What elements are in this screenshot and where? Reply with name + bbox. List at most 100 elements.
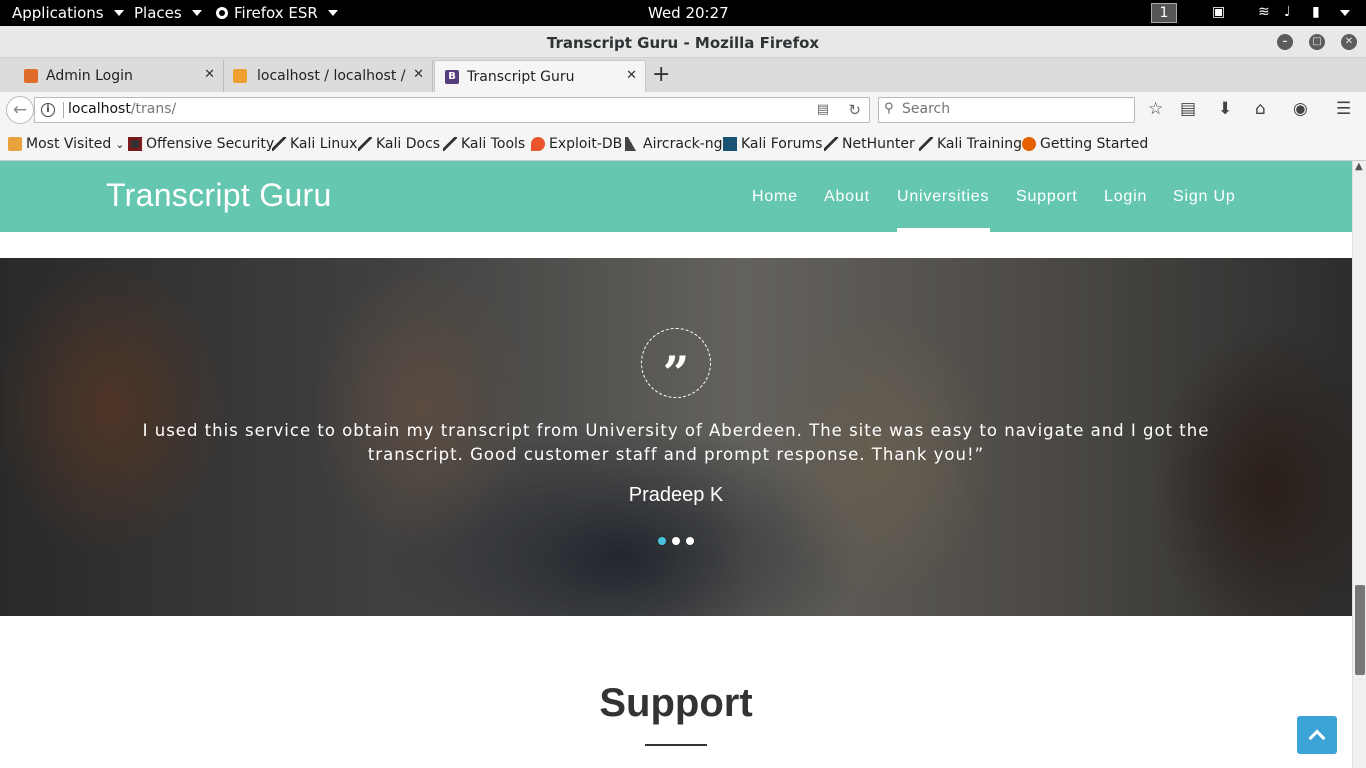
bookmark-offensive-security[interactable]: Offensive Security: [128, 136, 274, 152]
admin-login-favicon-icon: [24, 69, 38, 83]
bookmark-label: Kali Linux: [290, 136, 358, 152]
bookmark-kali-linux[interactable]: Kali Linux: [272, 136, 357, 152]
url-bar[interactable]: i localhost/trans/ ▤ ↻: [34, 97, 870, 123]
clock[interactable]: Wed 20:27: [648, 4, 729, 22]
nav-universities[interactable]: Universities: [897, 188, 989, 206]
home-icon[interactable]: ⌂: [1255, 99, 1266, 119]
kali-icon: [272, 137, 286, 151]
minimize-button[interactable]: –: [1277, 34, 1293, 50]
bookmark-exploit-db[interactable]: Exploit-DB: [531, 136, 622, 152]
bookmark-kali-training[interactable]: Kali Training: [919, 136, 1022, 152]
testimonial-text: I used this service to obtain my transcr…: [142, 421, 1210, 464]
kali-icon: [824, 137, 838, 151]
bookmark-most-visited[interactable]: Most Visited ⌄: [8, 136, 124, 152]
site-brand[interactable]: Transcript Guru: [106, 177, 332, 214]
wifi-icon[interactable]: ≋: [1258, 4, 1270, 20]
url-separator: [63, 102, 64, 118]
close-window-button[interactable]: ✕: [1341, 34, 1357, 50]
tab-label: Transcript Guru: [467, 68, 575, 85]
bookmark-label: NetHunter: [842, 136, 915, 152]
exploitdb-icon: [531, 137, 545, 151]
kali-icon: [358, 137, 372, 151]
carousel-dot-1[interactable]: [658, 537, 666, 545]
url-text[interactable]: localhost/trans/: [68, 101, 176, 117]
camera-icon[interactable]: ▣: [1212, 4, 1225, 20]
search-icon: ⚲: [884, 101, 894, 116]
close-tab-icon[interactable]: ✕: [413, 67, 424, 82]
page-scrollbar[interactable]: ▲: [1352, 161, 1366, 768]
nav-about[interactable]: About: [824, 188, 870, 206]
testimonial-author: Pradeep K: [628, 484, 724, 506]
page-viewport: Transcript Guru Home About Universities …: [0, 161, 1366, 768]
kali-icon: [443, 137, 457, 151]
active-nav-indicator: [897, 228, 990, 232]
carousel-dot-3[interactable]: [686, 537, 694, 545]
volume-icon[interactable]: ♩: [1284, 4, 1291, 20]
site-info-icon[interactable]: i: [41, 103, 55, 117]
bookmark-nethunter[interactable]: NetHunter: [824, 136, 915, 152]
bookmark-kali-docs[interactable]: Kali Docs: [358, 136, 440, 152]
places-menu[interactable]: Places: [134, 4, 202, 22]
scroll-up-icon[interactable]: ▲: [1355, 161, 1363, 172]
kali-forums-icon: [723, 137, 737, 151]
reader-view-icon[interactable]: ▤: [817, 102, 829, 117]
nav-login[interactable]: Login: [1104, 188, 1147, 206]
new-tab-button[interactable]: +: [652, 62, 670, 87]
close-tab-icon[interactable]: ✕: [626, 68, 637, 83]
close-tab-icon[interactable]: ✕: [204, 67, 215, 82]
search-bar[interactable]: ⚲: [878, 97, 1135, 123]
bookmark-label: Aircrack-ng: [643, 136, 723, 152]
places-label: Places: [134, 4, 182, 22]
pocket-icon[interactable]: ◉: [1293, 99, 1308, 119]
back-button[interactable]: ←: [6, 96, 34, 124]
clock-label: Wed 20:27: [648, 4, 729, 22]
chevron-down-icon: ⌄: [115, 137, 125, 151]
nav-sign-up[interactable]: Sign Up: [1173, 188, 1236, 206]
applications-menu[interactable]: Applications: [12, 4, 124, 22]
nav-home[interactable]: Home: [752, 188, 798, 206]
testimonial-section: ” I used this service to obtain my trans…: [0, 258, 1352, 616]
chevron-down-icon: [191, 10, 202, 16]
carousel-dot-2[interactable]: [672, 537, 680, 545]
scrollbar-thumb[interactable]: [1355, 585, 1365, 675]
workspace-indicator[interactable]: 1: [1151, 3, 1177, 23]
scroll-to-top-button[interactable]: [1297, 716, 1337, 754]
bookmark-aircrack-ng[interactable]: Aircrack-ng: [625, 136, 723, 152]
heading-underline: [645, 744, 707, 746]
navigation-toolbar: ← i localhost/trans/ ▤ ↻ ⚲ ☆ ▤ ⬇ ⌂ ◉ ☰: [0, 92, 1366, 128]
bookmark-kali-tools[interactable]: Kali Tools: [443, 136, 525, 152]
tab-strip: Admin Login ✕ localhost / localhost /...…: [0, 58, 1366, 92]
firefox-icon: [1022, 137, 1036, 151]
bookmark-label: Kali Docs: [376, 136, 441, 152]
system-menu-chevron-icon[interactable]: [1340, 10, 1350, 16]
firefox-app-menu[interactable]: Firefox ESR: [216, 4, 338, 22]
kali-icon: [919, 137, 933, 151]
quote-icon: ”: [641, 328, 711, 400]
tab-label: Admin Login: [46, 68, 133, 84]
phpmyadmin-favicon-icon: [233, 69, 247, 83]
window-title: Transcript Guru - Mozilla Firefox: [546, 34, 820, 52]
tab-label: localhost / localhost /...: [257, 68, 407, 84]
bootstrap-favicon-icon: B: [445, 70, 459, 84]
tab-admin-login[interactable]: Admin Login ✕: [24, 60, 224, 92]
search-input[interactable]: [902, 101, 1122, 117]
nav-support[interactable]: Support: [1016, 188, 1078, 206]
battery-icon[interactable]: ▮: [1312, 4, 1320, 20]
maximize-button[interactable]: □: [1309, 34, 1325, 50]
bookmark-getting-started[interactable]: Getting Started: [1022, 136, 1148, 152]
tab-transcript-guru[interactable]: B Transcript Guru ✕: [434, 60, 646, 92]
bookmark-kali-forums[interactable]: Kali Forums: [723, 136, 822, 152]
reload-icon[interactable]: ↻: [848, 101, 861, 119]
bookmark-star-icon[interactable]: ☆: [1148, 99, 1163, 119]
hamburger-menu-icon[interactable]: ☰: [1336, 99, 1351, 119]
downloads-icon[interactable]: ⬇: [1218, 99, 1232, 119]
firefox-icon: [216, 7, 228, 19]
chevron-up-icon: [1308, 729, 1326, 747]
bookmark-label: Kali Forums: [741, 136, 823, 152]
bookmarks-list-icon[interactable]: ▤: [1180, 99, 1196, 119]
bookmark-label: Exploit-DB: [549, 136, 623, 152]
tab-phpmyadmin[interactable]: localhost / localhost /... ✕: [233, 60, 433, 92]
support-heading: Support: [599, 681, 753, 725]
window-titlebar: Transcript Guru - Mozilla Firefox – □ ✕: [0, 26, 1366, 58]
bookmarks-toolbar: Most Visited ⌄ Offensive Security Kali Li…: [0, 128, 1366, 161]
